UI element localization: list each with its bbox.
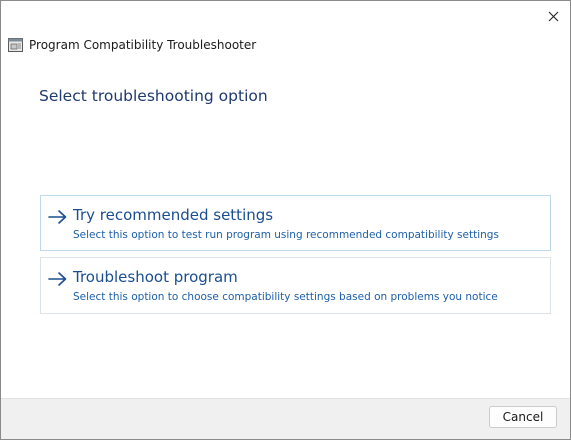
compatibility-troubleshooter-icon [8,38,23,52]
arrow-right-icon [48,272,67,286]
window-title: Program Compatibility Troubleshooter [29,38,257,52]
close-button[interactable] [537,2,569,30]
title-bar: Program Compatibility Troubleshooter [8,38,256,52]
troubleshooter-window: Program Compatibility Troubleshooter Sel… [0,0,571,440]
option-description: Select this option to test run program u… [73,229,499,241]
option-description: Select this option to choose compatibili… [73,291,498,303]
option-title: Troubleshoot program [73,268,238,286]
footer-bar: Cancel [1,398,570,439]
arrow-right-icon [48,210,67,224]
option-try-recommended-settings[interactable]: Try recommended settings Select this opt… [40,195,551,251]
option-troubleshoot-program[interactable]: Troubleshoot program Select this option … [40,257,551,314]
cancel-button[interactable]: Cancel [489,406,557,428]
option-title: Try recommended settings [73,206,274,224]
close-icon [548,11,558,21]
page-heading: Select troubleshooting option [39,87,268,105]
